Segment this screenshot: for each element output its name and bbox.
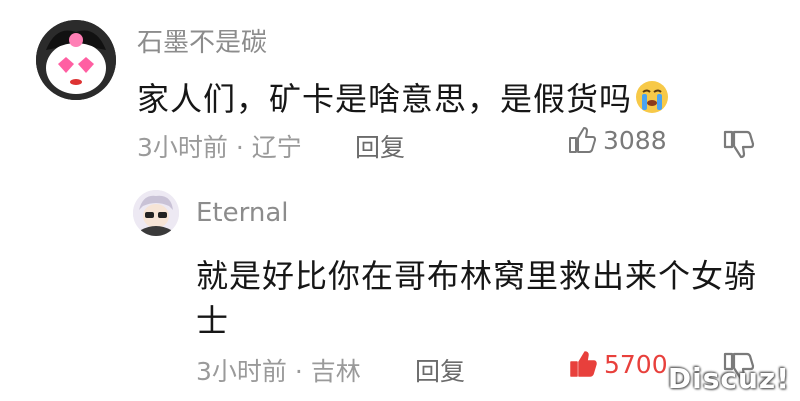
crying-face-icon: [632, 79, 672, 123]
thumbs-up-filled-icon: [570, 351, 597, 377]
like-button[interactable]: 3088: [567, 125, 667, 155]
like-button[interactable]: 5700: [568, 349, 668, 379]
like-count: 5700: [604, 349, 668, 379]
comment-text: 家人们，矿卡是啥意思，是假货吗: [137, 74, 672, 123]
avatar[interactable]: [133, 190, 179, 236]
avatar[interactable]: [36, 20, 116, 100]
reply-button[interactable]: 回复: [415, 352, 465, 388]
comment-timestamp-location: 3小时前 · 吉林: [196, 357, 361, 386]
comment-username[interactable]: Eternal: [196, 198, 289, 228]
comment-text-line-2: 士: [196, 302, 230, 340]
reply-button[interactable]: 回复: [355, 128, 405, 164]
comment-text-line-1: 就是好比你在哥布林窝里救出来个女骑: [196, 257, 758, 295]
watermark: Discuz!: [667, 362, 790, 395]
thumbs-up-icon: [569, 127, 596, 153]
thumbs-down-icon[interactable]: [722, 128, 756, 162]
comment-username[interactable]: 石墨不是碳: [137, 22, 267, 59]
comment-text-content: 家人们，矿卡是啥意思，是假货吗: [137, 80, 633, 118]
comment-timestamp-location: 3小时前 · 辽宁: [137, 133, 302, 162]
like-count: 3088: [603, 125, 667, 155]
